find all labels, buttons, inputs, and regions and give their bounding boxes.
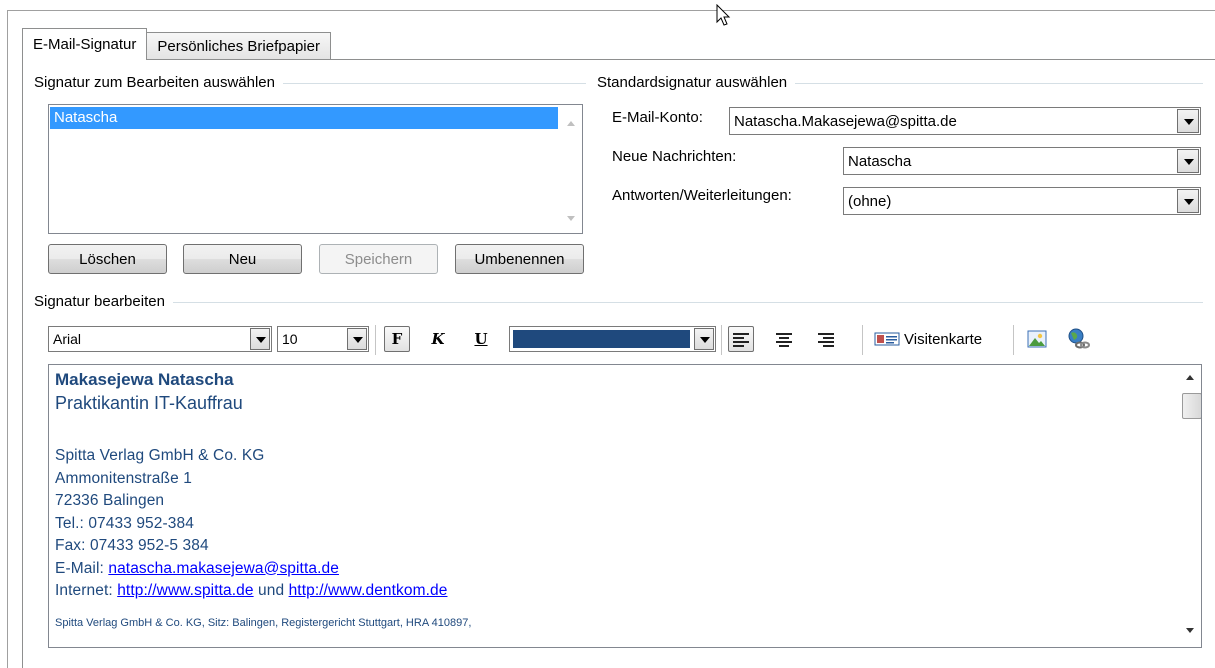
save-button-label: Speichern: [344, 250, 413, 268]
scroll-up-icon[interactable]: [567, 121, 575, 126]
signature-email-prefix: E-Mail:: [55, 559, 109, 577]
signature-phone: Tel.: 07433 952-384: [55, 514, 194, 532]
business-card-button[interactable]: Visitenkarte: [874, 326, 998, 352]
scroll-down-icon[interactable]: [1186, 628, 1194, 633]
dialog-top-border: [7, 10, 1215, 11]
edit-signature-group-title: Signatur bearbeiten: [34, 293, 173, 310]
signature-company: Spitta Verlag GmbH & Co. KG: [55, 447, 265, 464]
italic-button[interactable]: K: [427, 326, 449, 352]
signature-internet-prefix: Internet:: [55, 582, 118, 599]
tab-email-signature-label: E-Mail-Signatur: [33, 36, 137, 53]
new-messages-select[interactable]: Natascha: [843, 147, 1201, 175]
align-left-button[interactable]: [728, 326, 754, 352]
tab-panel-border: [22, 59, 1215, 60]
signature-name: Makasejewa Natascha: [55, 370, 234, 389]
tab-email-signature[interactable]: E-Mail-Signatur: [22, 28, 148, 60]
rename-button-label: Umbenennen: [474, 250, 565, 268]
replies-forwards-value: (ohne): [848, 192, 892, 210]
signature-list-item-label: Natascha: [54, 109, 118, 126]
business-card-icon: [874, 332, 900, 346]
save-button[interactable]: Speichern: [319, 244, 438, 274]
tab-strip: E-Mail-Signatur Persönliches Briefpapier: [22, 28, 331, 60]
align-center-icon: [776, 332, 792, 347]
signature-list[interactable]: Natascha: [48, 104, 583, 234]
scroll-down-icon[interactable]: [567, 216, 575, 221]
mouse-cursor-icon: [716, 4, 731, 26]
list-item[interactable]: Natascha: [50, 107, 558, 129]
insert-picture-icon: [1027, 330, 1047, 348]
rename-button[interactable]: Umbenennen: [455, 244, 584, 274]
email-account-select[interactable]: Natascha.Makasejewa@spitta.de: [729, 107, 1201, 135]
new-messages-label: Neue Nachrichten:: [612, 148, 737, 165]
tab-personal-stationery-label: Persönliches Briefpapier: [157, 38, 320, 55]
align-left-icon: [733, 332, 749, 347]
italic-button-label: K: [431, 330, 445, 348]
signature-editor[interactable]: Makasejewa Natascha Praktikantin IT-Kauf…: [48, 364, 1202, 648]
signature-city: 72336 Balingen: [55, 492, 165, 509]
underline-button[interactable]: U: [470, 326, 492, 352]
tab-personal-stationery[interactable]: Persönliches Briefpapier: [146, 32, 331, 60]
dialog-left-border: [7, 10, 8, 668]
chevron-down-icon[interactable]: [1177, 109, 1199, 133]
signature-street: Ammonitenstraße 1: [55, 469, 192, 487]
bold-button[interactable]: F: [384, 326, 410, 352]
editor-scrollbar[interactable]: [1179, 365, 1201, 647]
insert-hyperlink-icon: [1068, 328, 1090, 349]
email-account-label: E-Mail-Konto:: [612, 109, 703, 126]
signature-blank-line: [55, 415, 1165, 445]
edit-signature-group-line: [36, 302, 1203, 303]
new-button[interactable]: Neu: [183, 244, 302, 274]
font-size-value: 10: [282, 331, 298, 347]
toolbar-separator: [862, 325, 863, 355]
delete-button-label: Löschen: [79, 250, 136, 268]
scroll-thumb[interactable]: [1182, 393, 1201, 419]
tab-panel-left-border: [22, 59, 23, 668]
chevron-down-icon[interactable]: [250, 328, 270, 350]
replies-forwards-label: Antworten/Weiterleitungen:: [612, 187, 792, 204]
signatures-dialog: E-Mail-Signatur Persönliches Briefpapier…: [0, 0, 1215, 668]
font-color-select[interactable]: [509, 326, 716, 352]
font-color-swatch: [513, 330, 690, 348]
font-family-select[interactable]: Arial: [48, 326, 272, 352]
underline-button-label: U: [474, 330, 488, 348]
business-card-label: Visitenkarte: [904, 330, 983, 348]
delete-button[interactable]: Löschen: [48, 244, 167, 274]
signature-role: Praktikantin IT-Kauffrau: [55, 393, 243, 413]
signature-and-word: und: [253, 582, 289, 599]
toolbar-separator: [375, 325, 376, 355]
align-right-button[interactable]: [813, 326, 839, 352]
scroll-up-icon[interactable]: [1186, 375, 1194, 380]
chevron-down-icon[interactable]: [347, 328, 367, 350]
insert-hyperlink-button[interactable]: [1064, 326, 1092, 352]
signature-editor-content[interactable]: Makasejewa Natascha Praktikantin IT-Kauf…: [55, 369, 1165, 631]
chevron-down-icon[interactable]: [1177, 189, 1199, 213]
font-size-select[interactable]: 10: [277, 326, 369, 352]
chevron-down-icon[interactable]: [694, 328, 714, 350]
font-family-value: Arial: [53, 331, 82, 347]
signature-legal: Spitta Verlag GmbH & Co. KG, Sitz: Balin…: [55, 616, 472, 629]
signature-fax: Fax: 07433 952-5 384: [55, 537, 209, 554]
replies-forwards-select[interactable]: (ohne): [843, 187, 1201, 215]
toolbar-separator: [1013, 325, 1014, 355]
signature-email-line: E-Mail: natascha.makasejewa@spitta.de: [55, 558, 1165, 581]
insert-picture-button[interactable]: [1024, 326, 1050, 352]
new-messages-value: Natascha: [848, 152, 912, 170]
signature-list-scrollbar[interactable]: [560, 105, 582, 233]
toolbar-separator: [721, 325, 722, 355]
signature-email-link[interactable]: natascha.makasejewa@spitta.de: [108, 560, 339, 577]
signature-url2-link[interactable]: http://www.dentkom.de: [289, 582, 448, 599]
signature-spacer: [55, 603, 1165, 615]
default-signature-group-title: Standardsignatur auswählen: [597, 74, 796, 91]
signature-url1-link[interactable]: http://www.spitta.de: [117, 582, 253, 599]
new-button-label: Neu: [228, 250, 257, 268]
bold-button-label: F: [391, 330, 403, 348]
signature-internet-line: Internet: http://www.spitta.de und http:…: [55, 580, 1165, 603]
chevron-down-icon[interactable]: [1177, 149, 1199, 173]
align-right-icon: [818, 332, 834, 347]
align-center-button[interactable]: [771, 326, 797, 352]
email-account-value: Natascha.Makasejewa@spitta.de: [734, 112, 957, 130]
select-signature-group-title: Signatur zum Bearbeiten auswählen: [34, 74, 283, 91]
